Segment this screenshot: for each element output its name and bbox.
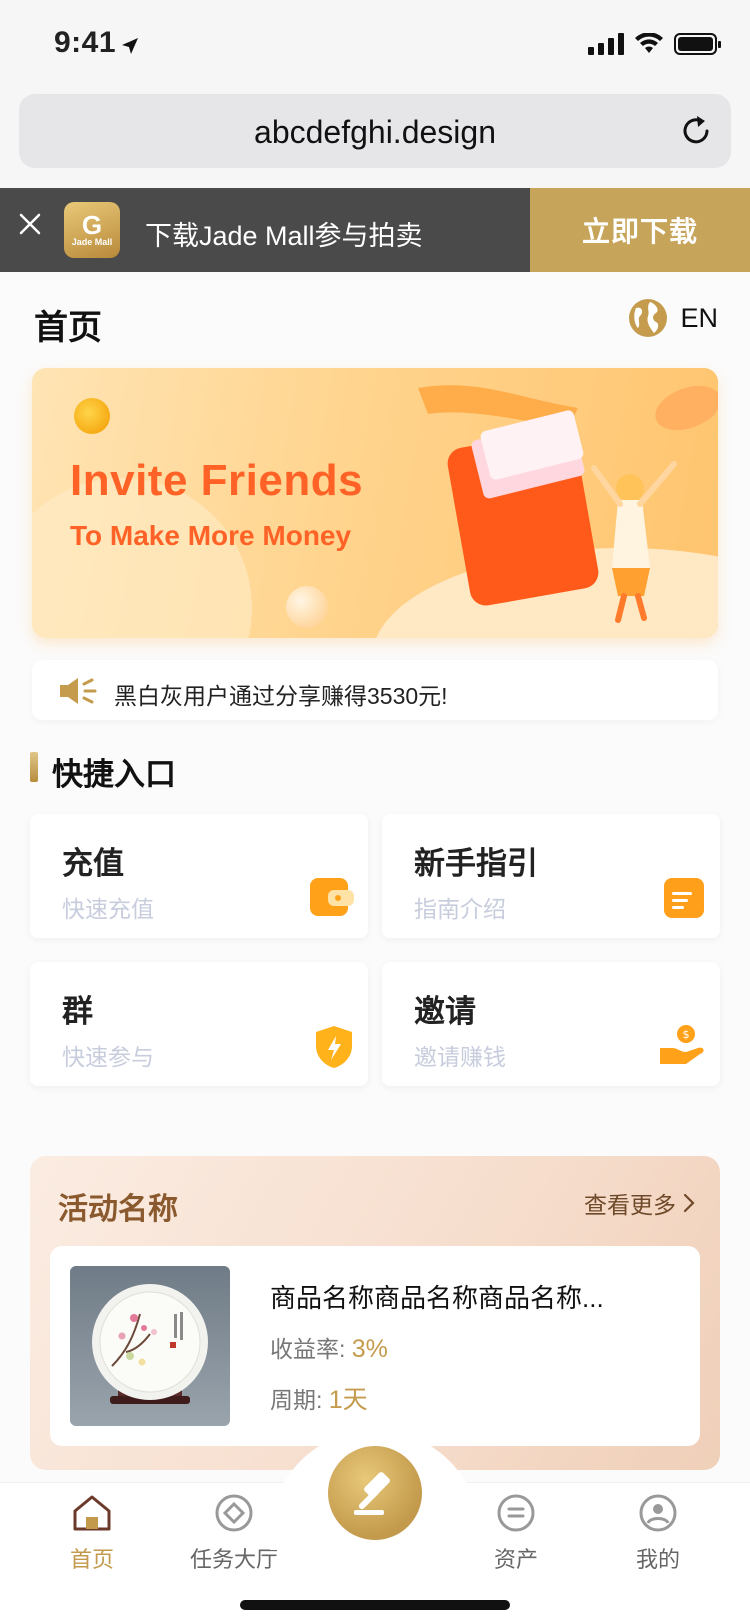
assets-icon [497, 1494, 535, 1532]
shield-bolt-icon [316, 1026, 352, 1068]
period-value: 1天 [328, 1386, 368, 1414]
wifi-icon [635, 33, 663, 53]
hero-subline: To Make More Money [70, 520, 352, 551]
page-title: 首页 [34, 309, 102, 347]
browser-address-area: abcdefghi.design [0, 88, 750, 188]
red-envelope-illustration [418, 385, 718, 623]
quick-entry-group[interactable]: 群 快速参与 [30, 962, 368, 1086]
chevron-right-icon [683, 1193, 695, 1213]
reload-icon[interactable] [679, 114, 713, 148]
home-indicator [240, 1600, 510, 1610]
status-bar: 9:41 [0, 0, 750, 88]
url-text: abcdefghi.design [254, 114, 496, 150]
tab-home[interactable]: 首页 [32, 1493, 152, 1574]
announcement-text: 黑白灰用户通过分享赚得3530元! [114, 683, 448, 709]
product-name: 商品名称商品名称商品名称... [270, 1283, 604, 1313]
home-page: 首页 EN Invite Friends To Make More Money [0, 272, 750, 1482]
announcement-bar[interactable]: 黑白灰用户通过分享赚得3530元! [32, 660, 718, 720]
porcelain-plate-image [92, 1284, 208, 1404]
battery-icon [674, 33, 721, 55]
address-bar[interactable]: abcdefghi.design [19, 94, 731, 168]
activity-section: 活动名称 查看更多 商品名称商品名称商品名称... 收益率: 3% 周期: 1天 [30, 1156, 720, 1470]
svg-text:$: $ [683, 1028, 690, 1041]
section-accent-bar [30, 752, 38, 782]
tab-mine[interactable]: 我的 [598, 1493, 718, 1574]
status-time: 9:41 [54, 26, 117, 59]
section-title: 快捷入口 [52, 757, 176, 792]
yield-value: 3% [351, 1335, 388, 1363]
quick-entry-guide[interactable]: 新手指引 指南介绍 [382, 814, 720, 938]
app-logo: G Jade Mall [64, 202, 120, 258]
quick-entry-recharge[interactable]: 充值 快速充值 [30, 814, 368, 938]
activity-title: 活动名称 [58, 1193, 178, 1226]
guide-icon [664, 878, 704, 918]
hero-headline: Invite Friends [70, 456, 364, 505]
cellular-signal-icon [588, 33, 624, 55]
view-more-link[interactable]: 查看更多 [584, 1186, 696, 1220]
close-icon[interactable] [18, 212, 42, 236]
quick-entry-invite[interactable]: 邀请 邀请赚钱 $ [382, 962, 720, 1086]
product-image [70, 1266, 230, 1426]
bubble-decoration [286, 586, 328, 628]
language-label: EN [680, 302, 718, 333]
home-icon [73, 1495, 111, 1531]
location-arrow-icon [122, 38, 138, 54]
hand-coin-icon: $ [660, 1025, 704, 1064]
task-hall-icon [215, 1494, 253, 1532]
product-card[interactable]: 商品名称商品名称商品名称... 收益率: 3% 周期: 1天 [50, 1246, 700, 1446]
wallet-icon [310, 878, 354, 916]
language-switch[interactable]: EN [628, 298, 718, 338]
download-now-button[interactable]: 立即下载 [530, 188, 750, 272]
auction-center-button[interactable] [328, 1446, 422, 1540]
gavel-icon [354, 1472, 390, 1515]
invite-friends-banner[interactable]: Invite Friends To Make More Money [32, 368, 718, 638]
coin-icon [74, 398, 110, 434]
product-period: 周期: 1天 [270, 1386, 368, 1414]
globe-icon [629, 299, 668, 337]
product-yield: 收益率: 3% [270, 1335, 388, 1363]
download-banner: G Jade Mall 下载Jade Mall参与拍卖 立即下载 [0, 188, 750, 272]
profile-icon [639, 1494, 677, 1532]
banner-text: 下载Jade Mall参与拍卖 [145, 221, 423, 251]
speaker-icon [60, 678, 97, 704]
